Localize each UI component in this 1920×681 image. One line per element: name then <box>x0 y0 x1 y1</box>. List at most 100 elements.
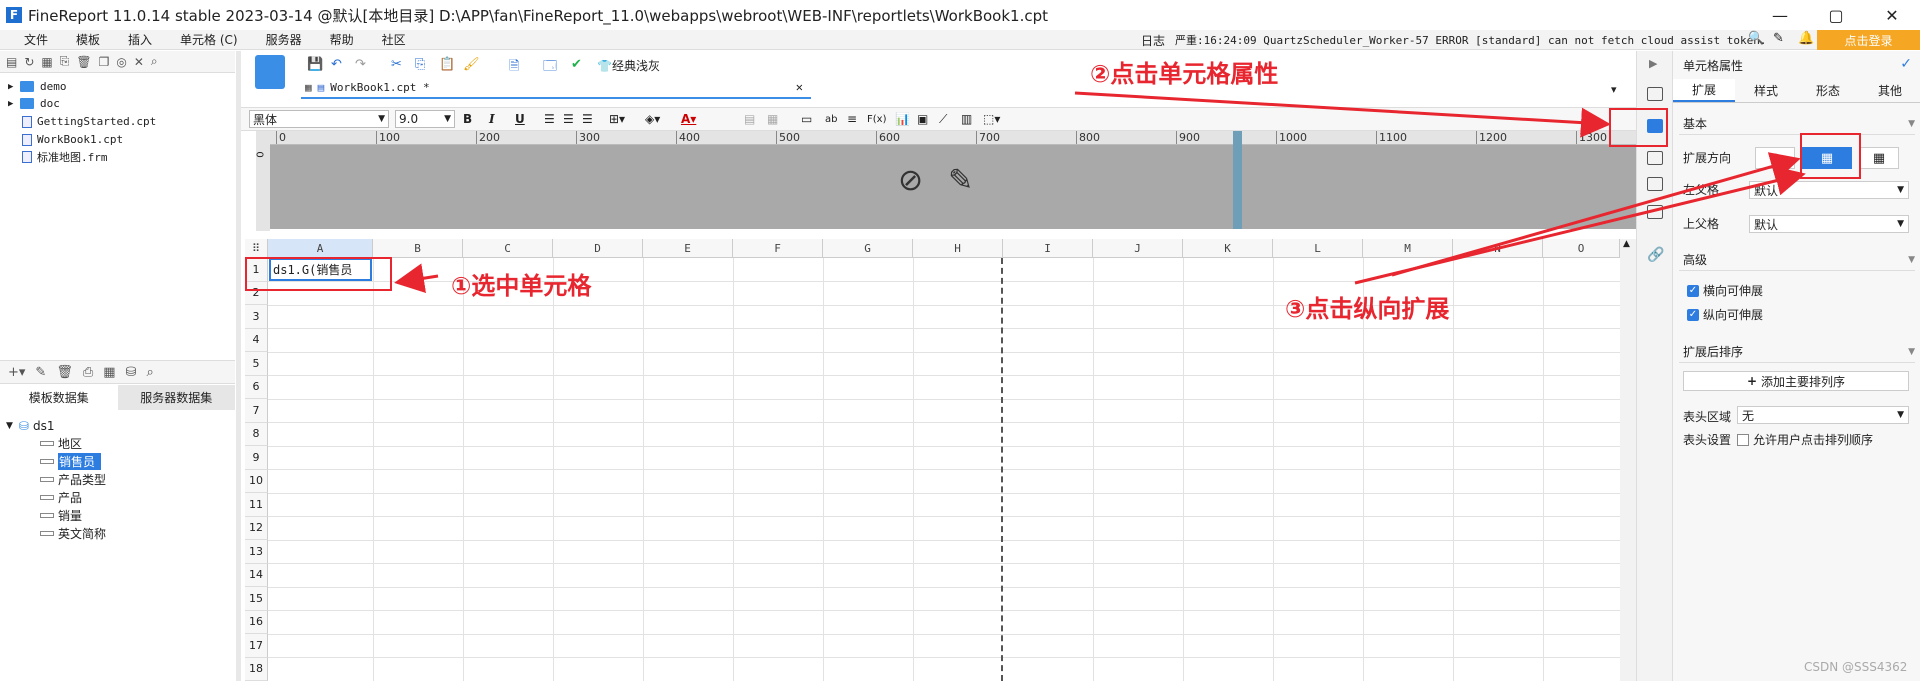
unmerge-icon[interactable]: ▦ <box>767 110 778 128</box>
column-header[interactable]: E <box>643 239 733 258</box>
pencil-icon[interactable]: ✎ <box>948 163 973 198</box>
template-property-icon[interactable] <box>1647 87 1663 101</box>
row-header[interactable]: 5 <box>245 352 268 376</box>
widget-settings-icon[interactable] <box>1647 177 1663 191</box>
indent-icon[interactable]: ≡ <box>847 110 857 128</box>
db-connect-icon[interactable]: ⛁ <box>126 365 137 380</box>
field-item-selected[interactable]: 销售员 <box>40 453 102 470</box>
collapse-icon[interactable]: ▼ <box>1908 119 1915 129</box>
menu-template[interactable]: 模板 <box>62 31 114 48</box>
tree-item-demo[interactable]: ▶ demo <box>8 78 67 95</box>
column-header[interactable]: B <box>373 239 463 258</box>
cut-icon[interactable]: ✂ <box>391 57 402 72</box>
copy-icon[interactable]: ⎘ <box>415 57 425 72</box>
form-icon[interactable]: 🗔 <box>543 57 557 79</box>
row-header[interactable]: 17 <box>245 634 268 658</box>
preview-icon[interactable]: 🗎 <box>509 57 519 79</box>
tree-search-icon[interactable]: ⌕ <box>151 54 158 69</box>
column-header[interactable]: F <box>733 239 823 258</box>
delete-dataset-icon[interactable]: 🗑 <box>56 365 73 380</box>
column-header[interactable]: A <box>268 239 373 258</box>
formula-icon[interactable]: F(x) <box>867 110 886 128</box>
hide-eye-icon[interactable]: ⊘ <box>898 163 923 198</box>
file-tab[interactable]: ▦ ▤ WorkBook1.cpt * ✕ <box>301 77 811 99</box>
field-item[interactable]: 地区 <box>40 435 82 452</box>
column-header[interactable]: O <box>1543 239 1620 258</box>
tab-server-dataset[interactable]: 服务器数据集 <box>117 385 235 410</box>
hyperlink-icon[interactable]: 🔗 <box>1647 247 1664 263</box>
collapse-panel-icon[interactable]: ▶ <box>1649 57 1657 70</box>
column-header[interactable]: K <box>1183 239 1273 258</box>
duplicate-icon[interactable]: ❐ <box>99 55 110 69</box>
field-item[interactable]: 英文简称 <box>40 525 106 542</box>
theme-button[interactable]: 👕经典浅灰 <box>597 57 660 74</box>
tab-shape[interactable]: 形态 <box>1797 79 1859 102</box>
format-painter-icon[interactable]: 🖌 <box>463 57 480 72</box>
refresh-icon[interactable]: ↻ <box>24 55 34 69</box>
collapse-icon[interactable]: ▼ <box>1908 255 1915 265</box>
row-header[interactable]: 4 <box>245 328 268 352</box>
template-icon[interactable] <box>255 55 285 89</box>
splitter[interactable] <box>236 51 241 681</box>
row-header[interactable]: 14 <box>245 563 268 587</box>
column-header[interactable]: L <box>1273 239 1363 258</box>
row-header[interactable]: 8 <box>245 422 268 446</box>
section-basic[interactable]: 基本 ▼ <box>1679 113 1915 135</box>
column-header[interactable]: I <box>1003 239 1093 258</box>
header-area-select[interactable]: 无 ▼ <box>1737 406 1909 424</box>
wrap-icon[interactable]: ▭ <box>801 110 812 128</box>
delete-icon[interactable]: 🗑 <box>76 55 91 69</box>
maximize-button[interactable]: ▢ <box>1808 0 1864 30</box>
vertical-stretch-checkbox[interactable]: ✓ 纵向可伸展 <box>1687 306 1763 323</box>
tab-expand[interactable]: 扩展 <box>1673 79 1735 102</box>
vertical-scrollbar[interactable]: ▲ <box>1620 239 1636 681</box>
text-icon[interactable]: ab <box>825 110 837 128</box>
chart-icon[interactable]: 📊 <box>895 110 910 128</box>
login-button[interactable]: 点击登录 <box>1817 30 1920 50</box>
row-header[interactable]: 12 <box>245 516 268 540</box>
row-header[interactable]: 10 <box>245 469 268 493</box>
grid-view-icon[interactable]: ▦ <box>305 81 312 94</box>
preview-dataset-icon[interactable]: ⎙ <box>83 365 93 380</box>
menu-server[interactable]: 服务器 <box>252 31 316 48</box>
italic-button[interactable]: I <box>489 110 495 128</box>
tab-template-dataset[interactable]: 模板数据集 <box>0 385 118 410</box>
tree-item-workbook1[interactable]: WorkBook1.cpt <box>22 131 123 148</box>
redo-icon[interactable]: ↷ <box>355 57 366 72</box>
align-left-icon[interactable]: ☰ <box>544 110 555 128</box>
tree-item-map[interactable]: 标准地图.frm <box>22 148 108 165</box>
menu-file[interactable]: 文件 <box>10 31 62 48</box>
row-header[interactable]: 6 <box>245 375 268 399</box>
search-icon[interactable]: 🔍 <box>1748 31 1764 46</box>
font-size-select[interactable]: 9.0 ▼ <box>395 110 455 128</box>
column-header[interactable]: J <box>1093 239 1183 258</box>
corner-cell[interactable]: ⠿ <box>245 239 268 258</box>
underline-button[interactable]: U <box>515 110 525 128</box>
grid-icon[interactable]: ▦ <box>41 55 52 69</box>
align-center-icon[interactable]: ☰ <box>563 110 574 128</box>
column-header[interactable]: C <box>463 239 553 258</box>
locate-icon[interactable]: ◎ <box>116 55 126 69</box>
close-window-button[interactable]: ✕ <box>1864 0 1920 30</box>
collapse-icon[interactable]: ▼ <box>1908 347 1915 357</box>
horizontal-stretch-checkbox[interactable]: ✓ 横向可伸展 <box>1687 282 1763 299</box>
dataset-search-icon[interactable]: ⌕ <box>146 365 153 380</box>
tab-style[interactable]: 样式 <box>1735 79 1797 102</box>
expand-arrow-icon[interactable]: ▶ <box>8 99 20 109</box>
add-sort-button[interactable]: + 添加主要排列序 <box>1683 371 1909 391</box>
new-folder-icon[interactable]: ▤ <box>6 55 17 69</box>
subreport-icon[interactable]: ▥ <box>961 110 972 128</box>
top-parent-select[interactable]: 默认 ▼ <box>1749 215 1909 233</box>
field-item[interactable]: 产品 <box>40 489 82 506</box>
menu-cell[interactable]: 单元格 (C) <box>166 31 252 48</box>
left-parent-select[interactable]: 默认 ▼ <box>1749 181 1909 199</box>
fill-color-icon[interactable]: ◈▾ <box>645 110 660 128</box>
field-item[interactable]: 产品类型 <box>40 471 106 488</box>
dataset-ds1[interactable]: ▼ ⛁ ds1 <box>6 417 55 434</box>
tab-menu-icon[interactable]: ▾ <box>1611 83 1617 96</box>
condition-property-icon[interactable] <box>1647 205 1663 219</box>
column-header[interactable]: D <box>553 239 643 258</box>
column-header[interactable]: H <box>913 239 1003 258</box>
close-tab-icon[interactable]: ✕ <box>796 80 803 94</box>
bell-icon[interactable]: 🔔 <box>1798 31 1814 46</box>
